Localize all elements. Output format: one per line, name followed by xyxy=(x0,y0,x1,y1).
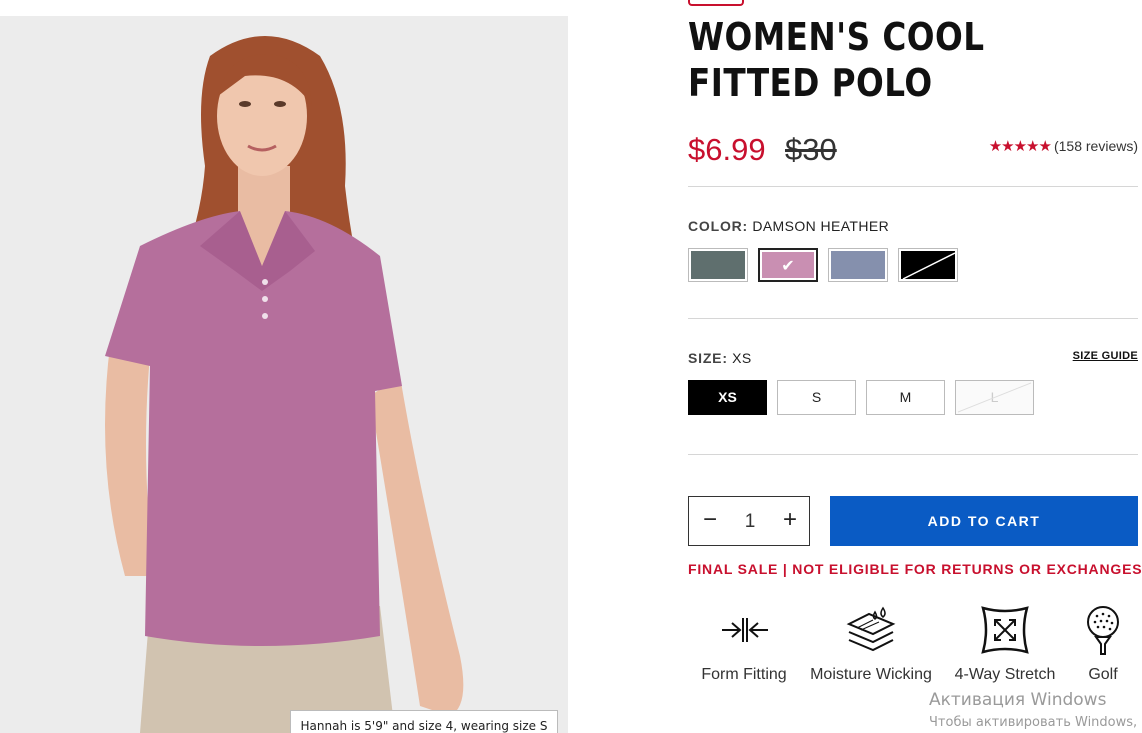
watermark-line-1: Активация Windows xyxy=(929,690,1107,710)
size-guide-link[interactable]: SIZE GUIDE xyxy=(1073,350,1138,362)
final-sale-notice: FINAL SALE | NOT ELIGIBLE FOR RETURNS OR… xyxy=(688,561,1142,577)
divider xyxy=(688,186,1138,187)
size-label-row: SIZE: XS xyxy=(688,350,752,366)
quantity-input[interactable]: 1 xyxy=(733,511,767,533)
model-size-caption: Hannah is 5'9" and size 4, wearing size … xyxy=(290,710,558,733)
unavailable-slash-icon xyxy=(902,252,956,280)
sale-price: $6.99 xyxy=(688,132,766,167)
size-selected-name: XS xyxy=(732,350,752,366)
check-icon: ✔ xyxy=(781,258,795,275)
golf-icon xyxy=(1087,606,1119,655)
divider xyxy=(688,318,1138,319)
swatch-fill xyxy=(691,251,745,279)
unavailable-slash-icon xyxy=(957,382,1032,413)
decrease-quantity-button[interactable]: − xyxy=(699,507,721,535)
quantity-stepper: − 1 + xyxy=(688,496,810,546)
divider xyxy=(688,454,1138,455)
badge-outline xyxy=(688,0,744,6)
windows-activation-watermark: Активация Windows Чтобы активировать Win… xyxy=(929,690,1137,730)
product-image[interactable]: Hannah is 5'9" and size 4, wearing size … xyxy=(0,16,568,733)
watermark-line-2: Чтобы активировать Windows, xyxy=(929,715,1138,730)
feature-form-fitting: Form Fitting xyxy=(698,604,790,684)
color-label-row: COLOR: DAMSON HEATHER xyxy=(688,218,889,234)
size-option-xs[interactable]: XS xyxy=(688,380,767,415)
feature-four-way-stretch: 4-Way Stretch xyxy=(954,604,1056,684)
four-way-stretch-icon xyxy=(981,606,1029,654)
color-label: COLOR: xyxy=(688,218,749,234)
model-photo xyxy=(0,16,568,733)
product-title: WOMEN'S COOL FITTED POLO xyxy=(688,15,985,105)
original-price: $30 xyxy=(785,132,837,167)
size-option-m[interactable]: M xyxy=(866,380,945,415)
color-swatch-blue-grey[interactable] xyxy=(828,248,888,282)
size-label: SIZE: xyxy=(688,350,728,366)
color-selected-name: DAMSON HEATHER xyxy=(752,218,890,234)
reviews-count: (158 reviews) xyxy=(1053,138,1138,154)
price-row: $6.99 $30 ★★★★★ (158 reviews) xyxy=(688,132,1138,172)
increase-quantity-button[interactable]: + xyxy=(779,507,801,535)
add-to-cart-button[interactable]: ADD TO CART xyxy=(830,496,1138,546)
feature-label: Form Fitting xyxy=(701,666,787,683)
form-fitting-icon xyxy=(722,618,768,642)
moisture-wicking-icon xyxy=(846,606,896,652)
size-option-l-unavailable[interactable]: L xyxy=(955,380,1034,415)
star-rating-icon: ★★★★★ xyxy=(988,138,1052,155)
color-swatch-slate[interactable] xyxy=(688,248,748,282)
color-swatch-black-unavailable[interactable] xyxy=(898,248,958,282)
color-swatch-damson-heather[interactable]: ✔ xyxy=(758,248,818,282)
feature-moisture-wicking: Moisture Wicking xyxy=(808,604,934,684)
size-option-s[interactable]: S xyxy=(777,380,856,415)
feature-label: Golf xyxy=(1088,666,1118,683)
feature-golf: Golf xyxy=(1078,604,1128,684)
feature-label: Moisture Wicking xyxy=(810,666,932,683)
rating-link[interactable]: ★★★★★ (158 reviews) xyxy=(989,137,1138,155)
feature-label: 4-Way Stretch xyxy=(954,666,1056,683)
swatch-fill xyxy=(831,251,885,279)
